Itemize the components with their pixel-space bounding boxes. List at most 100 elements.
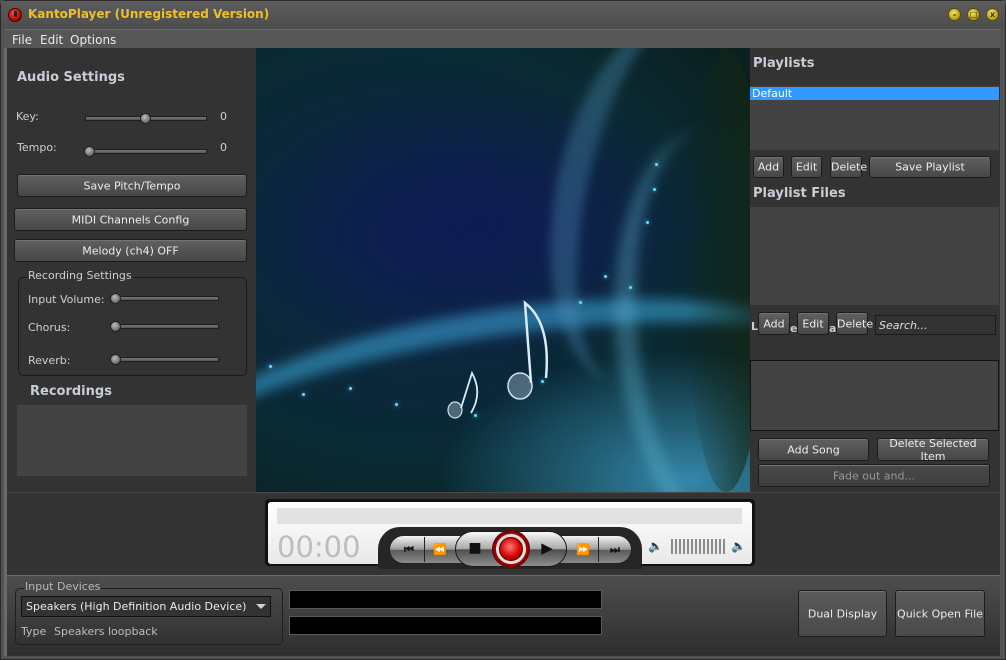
recording-settings-title: Recording Settings: [27, 269, 133, 282]
record-icon[interactable]: [499, 537, 523, 561]
key-value: 0: [220, 110, 227, 123]
quick-open-file-button[interactable]: Quick Open File: [895, 590, 985, 637]
video-display: [256, 48, 750, 492]
sparkle: [655, 163, 658, 166]
chorus-thumb[interactable]: [110, 321, 121, 332]
type-label: Type: [21, 625, 47, 638]
volume-low-icon[interactable]: 🔈: [648, 539, 663, 553]
playlist-files-list[interactable]: [750, 207, 999, 305]
files-delete-label: Delete: [837, 317, 874, 330]
fast-forward-icon[interactable]: ⏩: [569, 536, 597, 563]
dual-display-label: Dual Display: [807, 607, 878, 620]
tempo-label: Tempo:: [17, 141, 57, 154]
menu-edit[interactable]: Edit: [40, 33, 63, 47]
title-bar[interactable]: KantoPlayer (Unregistered Version) – □ x: [1, 1, 1005, 29]
seek-bar[interactable]: [277, 508, 742, 524]
melody-toggle-button[interactable]: Melody (ch4) OFF: [14, 239, 247, 262]
dual-display-button[interactable]: Dual Display: [798, 590, 887, 637]
key-slider-thumb[interactable]: [140, 113, 151, 124]
files-edit-label: Edit: [802, 317, 824, 330]
playlists-title: Playlists: [753, 56, 815, 71]
menu-options[interactable]: Options: [70, 33, 116, 47]
previous-track-icon[interactable]: ⏮: [393, 536, 425, 563]
chevron-down-icon[interactable]: [256, 604, 266, 609]
quick-open-file-label: Quick Open File: [897, 607, 983, 620]
save-playlist-button[interactable]: Save Playlist: [869, 156, 991, 178]
songs-list[interactable]: [750, 360, 999, 431]
next-track-icon[interactable]: ⏭: [600, 536, 630, 563]
delete-selected-item-button[interactable]: Delete Selected Item: [877, 436, 989, 463]
add-song-button[interactable]: Add Song: [758, 438, 869, 461]
audio-settings-title: Audio Settings: [17, 70, 125, 85]
playlist-item-default[interactable]: Default: [750, 87, 999, 100]
chorus-slider[interactable]: [111, 324, 219, 329]
files-edit-button[interactable]: Edit: [797, 312, 829, 335]
melody-toggle-label: Melody (ch4) OFF: [82, 244, 179, 257]
app-microphone-icon: [8, 8, 22, 22]
sparkle: [302, 393, 305, 396]
files-add-button[interactable]: Add: [758, 312, 790, 335]
playlist-add-label: Add: [757, 160, 780, 174]
menu-bar: File Edit Options: [5, 29, 1001, 49]
playlist-edit-button[interactable]: Edit: [791, 156, 822, 178]
maximize-button[interactable]: □: [967, 8, 980, 21]
hidden-label-fragment: L: [751, 320, 759, 333]
playlist-files-title: Playlist Files: [753, 186, 846, 201]
tempo-slider-thumb[interactable]: [84, 146, 95, 157]
input-volume-thumb[interactable]: [110, 293, 121, 304]
chorus-label: Chorus:: [28, 321, 71, 334]
midi-channels-config-label: MIDI Channels Config: [71, 213, 190, 226]
fade-out-label: Fade out and...: [832, 469, 915, 482]
midi-channels-config-button[interactable]: MIDI Channels Config: [14, 208, 247, 231]
sparkle: [604, 275, 607, 278]
menu-file[interactable]: File: [12, 33, 32, 47]
sparkle: [646, 221, 649, 224]
fade-out-button[interactable]: Fade out and...: [758, 464, 990, 487]
stop-icon[interactable]: ■: [463, 535, 487, 562]
rewind-icon[interactable]: ⏪: [426, 536, 454, 563]
close-button[interactable]: x: [986, 8, 999, 21]
reverb-label: Reverb:: [28, 354, 71, 367]
sparkle: [629, 286, 632, 289]
sparkle: [653, 188, 656, 191]
reverb-slider[interactable]: [111, 357, 219, 362]
tempo-slider[interactable]: [85, 149, 207, 154]
level-meter-right: [289, 616, 602, 635]
playlist-delete-label: Delete: [831, 160, 868, 174]
volume-slider[interactable]: [671, 539, 727, 554]
files-add-label: Add: [763, 317, 785, 330]
input-volume-label: Input Volume:: [28, 293, 105, 306]
window-title: KantoPlayer (Unregistered Version): [28, 7, 270, 21]
separator: [598, 537, 599, 562]
sparkle: [269, 365, 272, 368]
time-display: 00:00: [277, 530, 361, 564]
tempo-value: 0: [220, 141, 227, 154]
reverb-thumb[interactable]: [110, 354, 121, 365]
save-pitch-tempo-label: Save Pitch/Tempo: [83, 179, 181, 192]
delete-selected-item-label: Delete Selected Item: [889, 436, 977, 463]
files-delete-button[interactable]: Delete: [836, 312, 874, 335]
level-meter-left: [289, 590, 602, 609]
separator: [424, 537, 425, 562]
recordings-title: Recordings: [30, 384, 112, 399]
sparkle: [579, 301, 582, 304]
input-device-select[interactable]: Speakers (High Definition Audio Device): [21, 596, 271, 617]
recordings-list[interactable]: [17, 405, 247, 476]
search-input[interactable]: Search...: [875, 315, 996, 335]
minimize-button[interactable]: –: [948, 8, 961, 21]
input-devices-title: Input Devices: [24, 580, 102, 593]
save-playlist-label: Save Playlist: [895, 160, 965, 174]
type-value: Speakers loopback: [54, 625, 158, 638]
add-song-label: Add Song: [787, 443, 840, 456]
save-pitch-tempo-button[interactable]: Save Pitch/Tempo: [17, 174, 247, 197]
sparkle: [395, 403, 398, 406]
playlist-delete-button[interactable]: Delete: [830, 156, 868, 178]
playlist-edit-label: Edit: [795, 160, 818, 174]
key-label: Key:: [16, 110, 39, 123]
playlist-add-button[interactable]: Add: [753, 156, 784, 178]
input-volume-slider[interactable]: [111, 296, 219, 301]
sparkle: [349, 387, 352, 390]
play-icon[interactable]: ▶: [535, 535, 559, 562]
volume-high-icon[interactable]: 🔈: [731, 539, 746, 553]
music-notes-icon: [447, 300, 549, 419]
